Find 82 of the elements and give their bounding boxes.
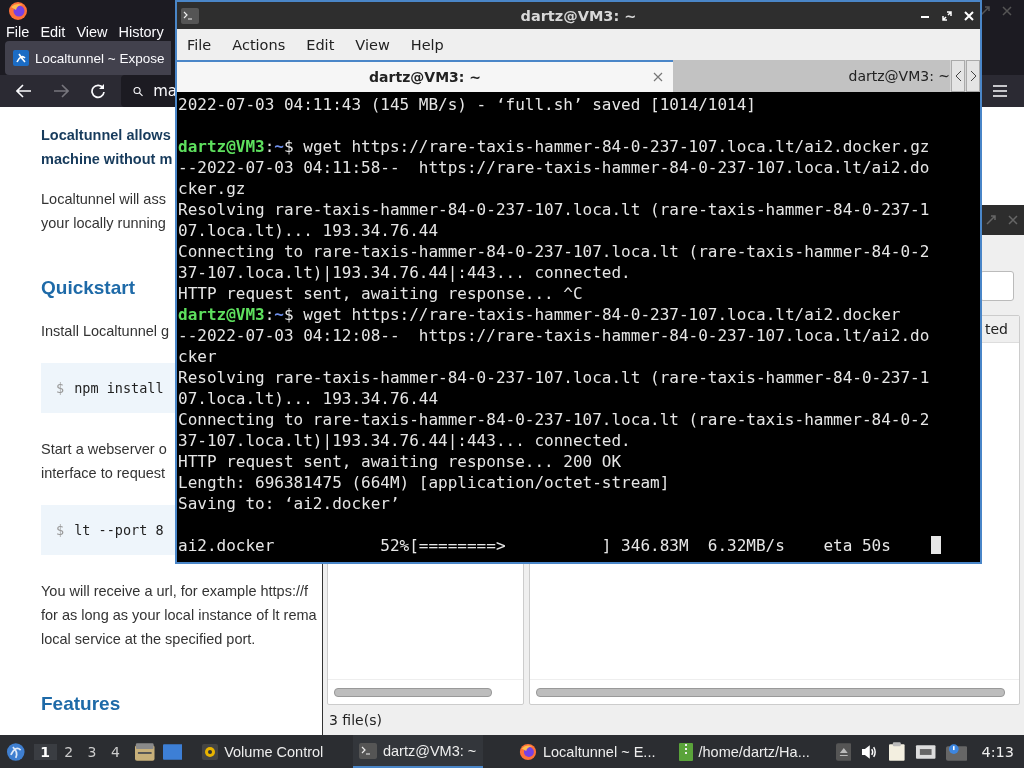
- firefox-icon: [519, 742, 537, 761]
- scrollbar-thumb[interactable]: [334, 687, 492, 697]
- terminal-icon: [181, 7, 199, 24]
- forward-icon[interactable]: [53, 84, 69, 98]
- back-icon[interactable]: [16, 84, 32, 98]
- taskbar-button[interactable]: Localtunnel ~ E...: [513, 735, 663, 768]
- scroll-right-button[interactable]: [966, 60, 980, 92]
- menu-item[interactable]: Actions: [232, 36, 286, 53]
- output-text: Resolving rare-taxis-hammer-84-0-237-107.loca.lt (rare-taxis-hammer-84-0-237-1: [178, 200, 930, 219]
- output-text: --2022-07-03 04:12:08-- https://rare-taxis-hammer-84-0-237-107.loca.lt/ai2.do: [178, 326, 930, 345]
- notification-icon[interactable]: [945, 742, 968, 761]
- clock-text: 4:13: [981, 743, 1014, 760]
- output-text: 07.loca.lt)... 193.34.76.44: [178, 389, 439, 408]
- menu-item[interactable]: Edit: [306, 36, 335, 53]
- workspace-button[interactable]: 4: [103, 743, 128, 760]
- workspace-button[interactable]: 2: [56, 743, 81, 760]
- code-text: npm install: [74, 380, 164, 396]
- window-icon[interactable]: [162, 743, 183, 760]
- paragraph: Localtunnel will ass your locally running: [41, 190, 166, 233]
- network-icon[interactable]: [914, 743, 936, 760]
- workspace-button[interactable]: 3: [80, 743, 104, 760]
- taskbar-button[interactable]: dartz@VM3: ~: [352, 735, 483, 768]
- menu-item[interactable]: File: [6, 23, 30, 40]
- paragraph: Start a webserver o interface to request: [41, 440, 167, 483]
- code-text: lt --port 8: [74, 522, 164, 538]
- folder-icon[interactable]: [135, 742, 155, 761]
- taskbar-button[interactable]: Volume Control: [196, 735, 336, 768]
- reload-icon[interactable]: [90, 83, 106, 99]
- prompt-symbol: $: [56, 522, 65, 538]
- section-heading: Features: [41, 693, 121, 715]
- menu-item[interactable]: Help: [410, 36, 444, 53]
- firefox-icon[interactable]: [8, 1, 28, 22]
- output-text: HTTP request sent, awaiting response... 200 OK: [178, 452, 622, 471]
- chevron-right-icon: [969, 70, 977, 82]
- menu-item[interactable]: File: [187, 36, 212, 53]
- browser-tab[interactable]: Localtunnel ~ Expose: [5, 41, 171, 75]
- output-text: 07.loca.lt)... 193.34.76.44: [178, 221, 439, 240]
- taskbar-button[interactable]: /home/dartz/Ha...: [672, 735, 836, 768]
- terminal-tab[interactable]: dartz@VM3: ~: [177, 60, 674, 92]
- output-text: 2022-07-03 04:11:43 (145 MB/s) - ‘full.sh’ saved [1014/1014]: [178, 95, 756, 114]
- shell-prompt: dartz@VM3:~$: [178, 305, 294, 324]
- menu-item[interactable]: View: [76, 23, 108, 40]
- output-text: 37-107.loca.lt)|193.34.76.44|:443... connected.: [178, 263, 631, 282]
- terminal-icon: [358, 742, 377, 759]
- menu-item[interactable]: History: [118, 23, 164, 40]
- paragraph: Install Localtunnel g: [41, 322, 170, 341]
- command-text: wget https://rare-taxis-hammer-84-0-237-107.loca.lt/ai2.docker: [303, 305, 901, 324]
- output-text: HTTP request sent, awaiting response... ^C: [178, 284, 583, 303]
- speaker-icon[interactable]: [861, 743, 879, 760]
- path-field[interactable]: [980, 271, 1014, 301]
- window-title: dartz@VM3: ~: [520, 7, 637, 24]
- progress-output: ai2.docker 52%[========> ] 346.83M 6.32MB/s eta 50s: [178, 536, 891, 555]
- column-header[interactable]: ted: [980, 316, 1019, 342]
- prompt-symbol: $: [56, 380, 65, 396]
- speaker-dial-icon: [202, 743, 219, 760]
- output-text: 37-107.loca.lt)|193.34.76.44|:443... connected.: [178, 431, 631, 450]
- tunnel-logo-icon: [13, 50, 29, 66]
- chevron-left-icon: [954, 70, 962, 82]
- output-text: Connecting to rare-taxis-hammer-84-0-237-107.loca.lt (rare-taxis-hammer-84-0-2: [178, 242, 930, 261]
- menu-item[interactable]: View: [355, 36, 390, 53]
- output-text: Connecting to rare-taxis-hammer-84-0-237-107.loca.lt (rare-taxis-hammer-84-0-2: [178, 410, 930, 429]
- scrollbar-thumb[interactable]: [536, 687, 1006, 697]
- output-text: cker: [178, 347, 217, 366]
- output-text: cker.gz: [178, 179, 246, 198]
- output-text: --2022-07-03 04:11:58-- https://rare-taxis-hammer-84-0-237-107.loca.lt/ai2.do: [178, 158, 930, 177]
- status-text: 3 file(s): [328, 711, 382, 730]
- intro-paragraph: Localtunnel allows machine without m: [41, 126, 173, 169]
- output-text: Resolving rare-taxis-hammer-84-0-237-107.loca.lt (rare-taxis-hammer-84-0-237-1: [178, 368, 930, 387]
- command-text: wget https://rare-taxis-hammer-84-0-237-107.loca.lt/ai2.docker.gz: [303, 137, 930, 156]
- menu-item[interactable]: Edit: [40, 23, 66, 40]
- paragraph: You will receive a url, for example https://f for as long as your local instance of lt rema local service at the specified port.: [41, 582, 317, 649]
- clipboard-icon[interactable]: [888, 742, 905, 761]
- output-text: Saving to: ‘ai2.docker’: [178, 494, 400, 513]
- workspace-button[interactable]: 1: [33, 743, 57, 760]
- zip-file-icon: [678, 742, 693, 761]
- output-text: Length: 696381475 (664M) [application/octet-stream]: [178, 473, 670, 492]
- eject-icon[interactable]: [835, 742, 852, 761]
- shell-prompt: dartz@VM3:~$: [178, 137, 294, 156]
- terminal-tab[interactable]: dartz@VM3: ~: [673, 60, 951, 92]
- menu-icon[interactable]: [992, 84, 1008, 98]
- swirl-logo-icon[interactable]: [6, 741, 26, 762]
- section-heading: Quickstart: [41, 277, 135, 299]
